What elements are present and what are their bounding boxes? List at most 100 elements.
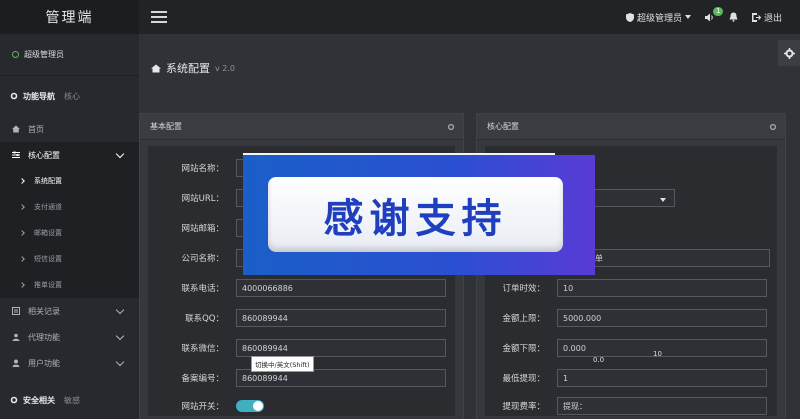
sidebar-subitem-label: 推单设置 [34, 281, 62, 289]
banner-text: 感谢支持 [323, 194, 508, 242]
panel-title: 核心配置 [487, 122, 519, 131]
sidebar-subitem-label: 邮箱设置 [34, 229, 62, 237]
gear-icon [10, 92, 18, 100]
brand-logo: 管理端 [0, 0, 139, 34]
field-label: 金额上限： [502, 314, 545, 324]
menu-toggle-icon[interactable] [151, 11, 167, 23]
section-safety-sub: 敏感 [64, 395, 80, 405]
field-label: 网站邮箱： [181, 224, 224, 234]
site-switch-toggle[interactable] [236, 400, 264, 412]
chevron-down-icon [115, 305, 125, 315]
qq-input[interactable]: 860089944 [236, 309, 446, 327]
notification-button[interactable]: 1 [704, 6, 724, 22]
user-icon [12, 359, 20, 367]
sidebar-subitem-label: 支付通道 [34, 203, 62, 211]
caret-down-icon [684, 15, 691, 19]
form-row: 联系微信： 860089944 [148, 338, 446, 358]
sidebar-subitem-sms[interactable]: 短信设置 [0, 246, 139, 272]
logout-label: 退出 [763, 13, 782, 24]
gear-icon[interactable] [447, 123, 455, 131]
user-panel: 超级管理员 [0, 34, 139, 76]
sidebar-item-label: 代理功能 [28, 332, 60, 342]
notification-badge: 1 [712, 6, 724, 16]
form-row: 金额下限： 0.000 [485, 338, 767, 358]
sidebar-item-label: 相关记录 [28, 306, 60, 316]
handwritten-note: 10 [653, 350, 662, 358]
chevron-down-icon [115, 357, 125, 367]
list-icon [12, 307, 20, 315]
field-label: 金额下限： [502, 344, 545, 354]
form-row: 金额上限： 5000.000 [485, 308, 767, 328]
sidebar-item-label: 首页 [28, 124, 44, 134]
top-right-menu: 超级管理员 1 退出 [625, 0, 782, 34]
chevron-down-icon [115, 149, 125, 159]
chevron-right-icon [19, 230, 25, 236]
field-label: 公司名称： [181, 254, 224, 264]
home-icon [12, 125, 20, 133]
sidebar-subitem-system-config[interactable]: 系统配置 [0, 168, 139, 194]
field-label: 订单时效： [502, 284, 545, 294]
field-label: 联系电话： [181, 284, 224, 294]
admin-name: 超级管理员 [636, 13, 682, 24]
wechat-input[interactable]: 860089944 [236, 339, 446, 357]
gear-icon[interactable] [769, 123, 777, 131]
sidebar-subitem-label: 系统配置 [34, 177, 62, 185]
page-title: 系统配置 v 2.0 [151, 60, 235, 76]
min-withdraw-input[interactable]: 1 [557, 369, 767, 387]
sidebar-item-user[interactable]: 用户功能 [0, 350, 139, 376]
alerts-button[interactable] [729, 12, 738, 22]
home-icon [151, 64, 161, 72]
sidebar-item-home[interactable]: 首页 [0, 116, 139, 142]
sidebar-subitem-push[interactable]: 推单设置 [0, 272, 139, 298]
order-field[interactable]: 支付订单 [565, 249, 770, 267]
form-row: 联系电话： 4000066886 [148, 278, 446, 298]
form-row: 支付订单 [565, 248, 770, 268]
amount-max-input[interactable]: 5000.000 [557, 309, 767, 327]
panel-title: 基本配置 [150, 122, 182, 131]
field-label: 联系QQ： [185, 314, 224, 324]
form-row: 最低提现： 1 [485, 368, 767, 388]
chevron-down-icon [115, 331, 125, 341]
shield-icon [625, 12, 634, 22]
chevron-right-icon [19, 282, 25, 288]
sidebar-item-label: 用户功能 [28, 358, 60, 368]
sidebar-item-agent[interactable]: 代理功能 [0, 324, 139, 350]
section-nav: 功能导航 核心 [0, 76, 139, 116]
sidebar: 超级管理员 功能导航 核心 首页 核心配置 系统配置 支付通道 邮箱设置 短信设… [0, 34, 139, 419]
gear-icon [783, 47, 795, 59]
field-label: 网站开关： [181, 402, 224, 412]
field-label: 提现费率： [502, 402, 545, 412]
amount-min-input[interactable]: 0.000 [557, 339, 767, 357]
chevron-right-icon [19, 256, 25, 262]
settings-gear-button[interactable] [778, 40, 800, 66]
withdraw-fee-input[interactable]: 提现： [557, 397, 767, 415]
thanks-banner: 感谢支持 [243, 155, 595, 275]
phone-input[interactable]: 4000066886 [236, 279, 446, 297]
field-label: 最低提现： [502, 374, 545, 384]
form-row: 订单时效： 10 [485, 278, 767, 298]
section-safety-label: 安全相关 [23, 395, 55, 405]
field-label: 备案编号： [181, 374, 224, 384]
users-icon [12, 333, 20, 341]
sliders-icon [12, 151, 20, 158]
sidebar-item-core-config[interactable]: 核心配置 [0, 142, 139, 168]
sidebar-subitem-email[interactable]: 邮箱设置 [0, 220, 139, 246]
handwritten-note: 0.0 [593, 356, 605, 364]
sidebar-subitem-payment[interactable]: 支付通道 [0, 194, 139, 220]
panel-header: 基本配置 [140, 114, 463, 140]
banner-plate: 感谢支持 [268, 177, 563, 252]
caret-down-icon [660, 198, 666, 202]
sidebar-subitem-label: 短信设置 [34, 255, 62, 263]
logout-button[interactable]: 退出 [751, 11, 782, 24]
ime-tooltip: 切换中/英文(Shift) [251, 356, 314, 372]
section-safety: 安全相关 敏感 [0, 389, 139, 411]
form-row: 提现费率： 提现： [485, 396, 767, 416]
chevron-right-icon [19, 204, 25, 210]
page-version: v 2.0 [215, 63, 235, 73]
order-timeout-input[interactable]: 10 [557, 279, 767, 297]
sidebar-item-records[interactable]: 相关记录 [0, 298, 139, 324]
user-name: 超级管理员 [24, 50, 64, 59]
page-title-text: 系统配置 [166, 62, 210, 75]
section-nav-label: 功能导航 [23, 91, 55, 101]
admin-dropdown[interactable]: 超级管理员 [625, 11, 691, 24]
